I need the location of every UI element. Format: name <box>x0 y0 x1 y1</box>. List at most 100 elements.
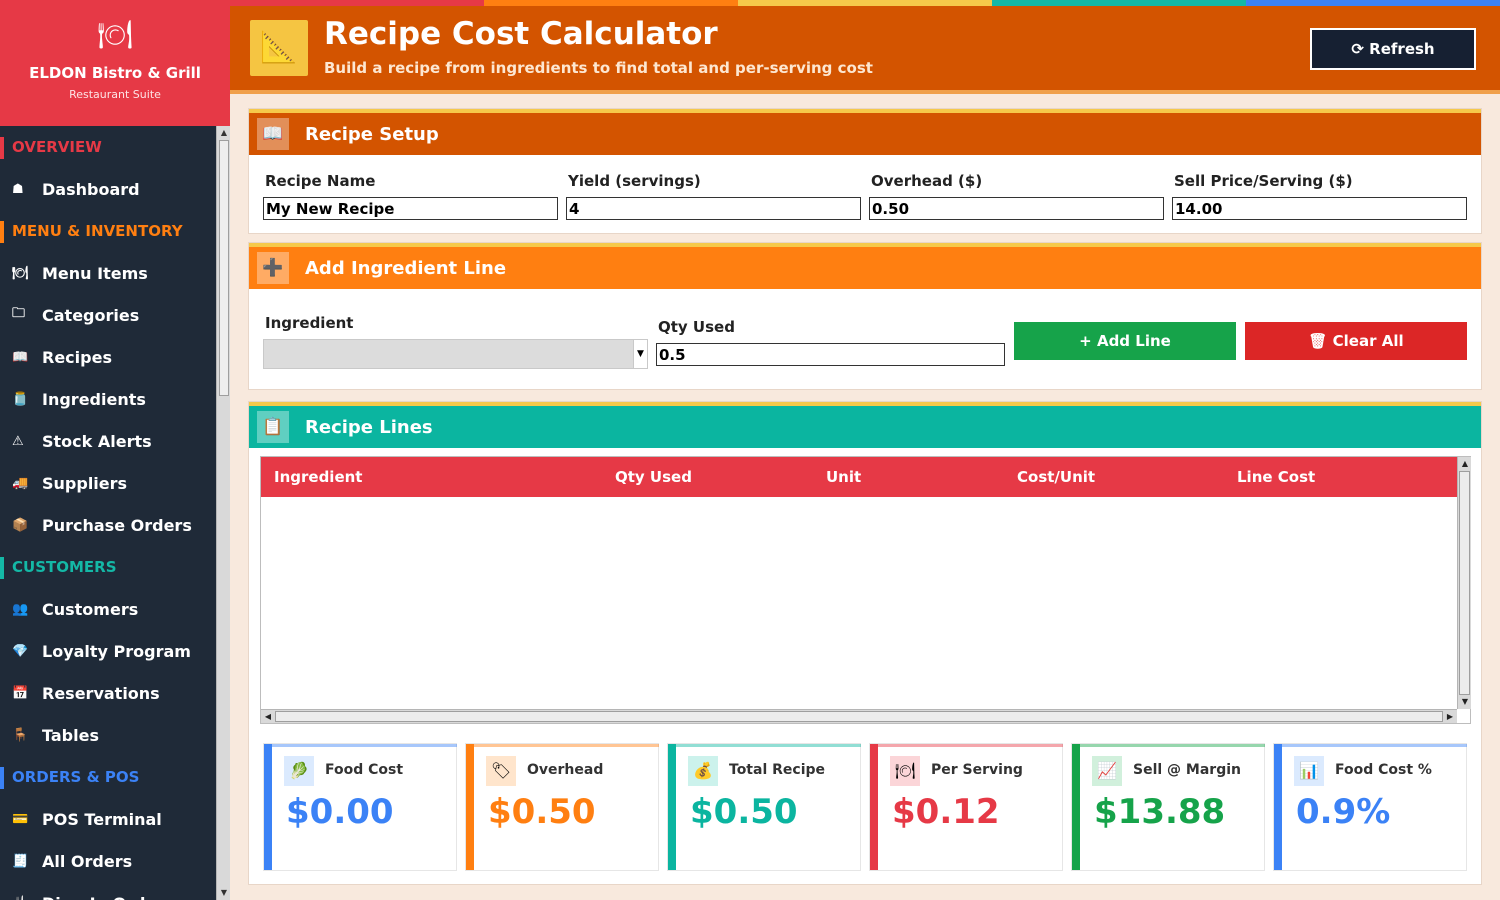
sidebar-item-customers[interactable]: 👥 Customers <box>0 588 216 630</box>
stat-card-overhead: 🏷 Overhead $0.50 <box>465 743 659 871</box>
lettuce-icon: 🥬 <box>284 756 314 786</box>
recipe-lines-title: Recipe Lines <box>305 416 433 438</box>
credit-card-icon: 💳 <box>12 811 29 827</box>
sidebar-section-title: ORDERS & POS <box>0 756 216 798</box>
folder-icon: 🗀 <box>12 306 26 321</box>
stat-label: Food Cost % <box>1335 762 1432 778</box>
column-qty-used[interactable]: Qty Used <box>615 468 692 486</box>
sidebar-item-label: Stock Alerts <box>42 431 152 451</box>
sidebar-item-reservations[interactable]: 📅 Reservations <box>0 672 216 714</box>
clear-all-button[interactable]: 🗑 Clear All <box>1245 322 1467 360</box>
sidebar-item-purchase-orders[interactable]: 📦 Purchase Orders <box>0 504 216 546</box>
brand-subtitle: Restaurant Suite <box>69 88 161 101</box>
sell-price-label: Sell Price/Serving ($) <box>1174 172 1353 190</box>
scroll-up-arrow-icon[interactable]: ▲ <box>217 126 231 140</box>
sidebar-item-label: POS Terminal <box>42 809 162 829</box>
table-vertical-scrollbar[interactable]: ▲ ▼ <box>1457 457 1471 709</box>
scroll-right-arrow-icon[interactable]: ▶ <box>1443 710 1457 724</box>
sidebar-item-label: Loyalty Program <box>42 641 191 661</box>
chair-icon: 🪑 <box>12 727 29 743</box>
sidebar-item-label: Ingredients <box>42 389 146 409</box>
stat-card-food-cost: 🥬 Food Cost $0.00 <box>263 743 457 871</box>
refresh-button[interactable]: ⟳ Refresh <box>1310 28 1476 70</box>
home-icon: ☗ <box>12 181 24 197</box>
chevron-down-icon[interactable]: ▼ <box>633 340 647 368</box>
receipt-icon: 🧾 <box>12 853 29 869</box>
sidebar-item-dashboard[interactable]: ☗ Dashboard <box>0 168 216 210</box>
table-hscroll-thumb[interactable] <box>275 711 1443 722</box>
add-ingredient-header: ➕ Add Ingredient Line <box>249 243 1481 289</box>
card-accent-bar <box>1072 744 1080 870</box>
header-stripe <box>484 0 738 6</box>
add-line-button[interactable]: + Add Line <box>1014 322 1236 360</box>
overhead-input[interactable] <box>869 197 1164 220</box>
jar-icon: 🫙 <box>12 391 29 407</box>
yield-input[interactable] <box>566 197 861 220</box>
book-icon: 📖 <box>257 118 289 150</box>
stat-card-per-serving: 🍽 Per Serving $0.12 <box>869 743 1063 871</box>
recipe-setup-header: 📖 Recipe Setup <box>249 109 1481 155</box>
card-top-bar <box>1282 744 1467 747</box>
warning-icon: ⚠ <box>12 433 24 449</box>
tag-icon: 🏷 <box>486 756 516 786</box>
sidebar-item-suppliers[interactable]: 🚚 Suppliers <box>0 462 216 504</box>
card-accent-bar <box>466 744 474 870</box>
stat-value: $13.88 <box>1094 792 1226 832</box>
column-cost-unit[interactable]: Cost/Unit <box>1017 468 1095 486</box>
sidebar-item-pos-terminal[interactable]: 💳 POS Terminal <box>0 798 216 840</box>
recipe-lines-table: Ingredient Qty Used Unit Cost/Unit Line … <box>260 456 1471 724</box>
sidebar-item-all-orders[interactable]: 🧾 All Orders <box>0 840 216 882</box>
sidebar-nav: OVERVIEW ☗ Dashboard MENU & INVENTORY 🍽 Menu … <box>0 126 216 900</box>
ingredient-label: Ingredient <box>265 314 354 332</box>
sidebar-item-loyalty-program[interactable]: 💎 Loyalty Program <box>0 630 216 672</box>
sidebar-item-label: Dine-In Orders <box>42 894 174 900</box>
sidebar-item-tables[interactable]: 🪑 Tables <box>0 714 216 756</box>
ruler-icon: 📐 <box>250 20 308 76</box>
scroll-up-arrow-icon[interactable]: ▲ <box>1458 457 1472 471</box>
clipboard-icon: 📋 <box>257 411 289 443</box>
column-ingredient[interactable]: Ingredient <box>274 468 362 486</box>
recipe-name-label: Recipe Name <box>265 172 376 190</box>
sidebar-item-label: Dashboard <box>42 179 140 199</box>
bar-chart-icon: 📊 <box>1294 756 1324 786</box>
table-vscroll-thumb[interactable] <box>1459 471 1470 695</box>
add-ingredient-title: Add Ingredient Line <box>305 257 507 279</box>
column-unit[interactable]: Unit <box>826 468 861 486</box>
sidebar-item-menu-items[interactable]: 🍽 Menu Items <box>0 252 216 294</box>
recipe-name-input[interactable] <box>263 197 558 220</box>
sidebar-item-ingredients[interactable]: 🫙 Ingredients <box>0 378 216 420</box>
stat-card-total-recipe: 💰 Total Recipe $0.50 <box>667 743 861 871</box>
table-header: Ingredient Qty Used Unit Cost/Unit Line … <box>261 457 1457 497</box>
sell-price-input[interactable] <box>1172 197 1467 220</box>
sidebar-scrollbar[interactable]: ▲ ▼ <box>216 126 230 900</box>
card-top-bar <box>272 744 457 747</box>
table-horizontal-scrollbar[interactable]: ◀ ▶ <box>261 709 1457 723</box>
diamond-icon: 💎 <box>12 643 29 659</box>
sidebar-item-categories[interactable]: 🗀 Categories <box>0 294 216 336</box>
sidebar-section-title: MENU & INVENTORY <box>0 210 216 252</box>
stat-value: $0.00 <box>286 792 394 832</box>
sidebar-item-label: Suppliers <box>42 473 128 493</box>
card-accent-bar <box>870 744 878 870</box>
header-stripe <box>992 0 1246 6</box>
card-top-bar <box>676 744 861 747</box>
scroll-down-arrow-icon[interactable]: ▼ <box>217 886 231 900</box>
plus-icon: ➕ <box>257 252 289 284</box>
stat-card-food-cost: 📊 Food Cost % 0.9% <box>1273 743 1467 871</box>
scroll-left-arrow-icon[interactable]: ◀ <box>261 710 275 724</box>
sidebar-item-stock-alerts[interactable]: ⚠ Stock Alerts <box>0 420 216 462</box>
sidebar-item-recipes[interactable]: 📖 Recipes <box>0 336 216 378</box>
sidebar-scroll-thumb[interactable] <box>219 140 229 396</box>
box-icon: 📦 <box>12 517 29 533</box>
recipe-setup-panel: 📖 Recipe Setup Recipe Name Yield (servin… <box>248 108 1482 234</box>
sidebar-item-label: Menu Items <box>42 263 148 283</box>
stat-value: $0.12 <box>892 792 1000 832</box>
sidebar-item-dine-in-orders[interactable]: 🍴Dine-In Orders <box>0 882 216 900</box>
trend-up-icon: 📈 <box>1092 756 1122 786</box>
scroll-down-arrow-icon[interactable]: ▼ <box>1458 695 1472 709</box>
ingredient-select[interactable]: ▼ <box>263 339 648 369</box>
stat-label: Total Recipe <box>729 762 826 778</box>
money-bag-icon: 💰 <box>688 756 718 786</box>
column-line-cost[interactable]: Line Cost <box>1237 468 1315 486</box>
qty-input[interactable] <box>656 343 1005 366</box>
